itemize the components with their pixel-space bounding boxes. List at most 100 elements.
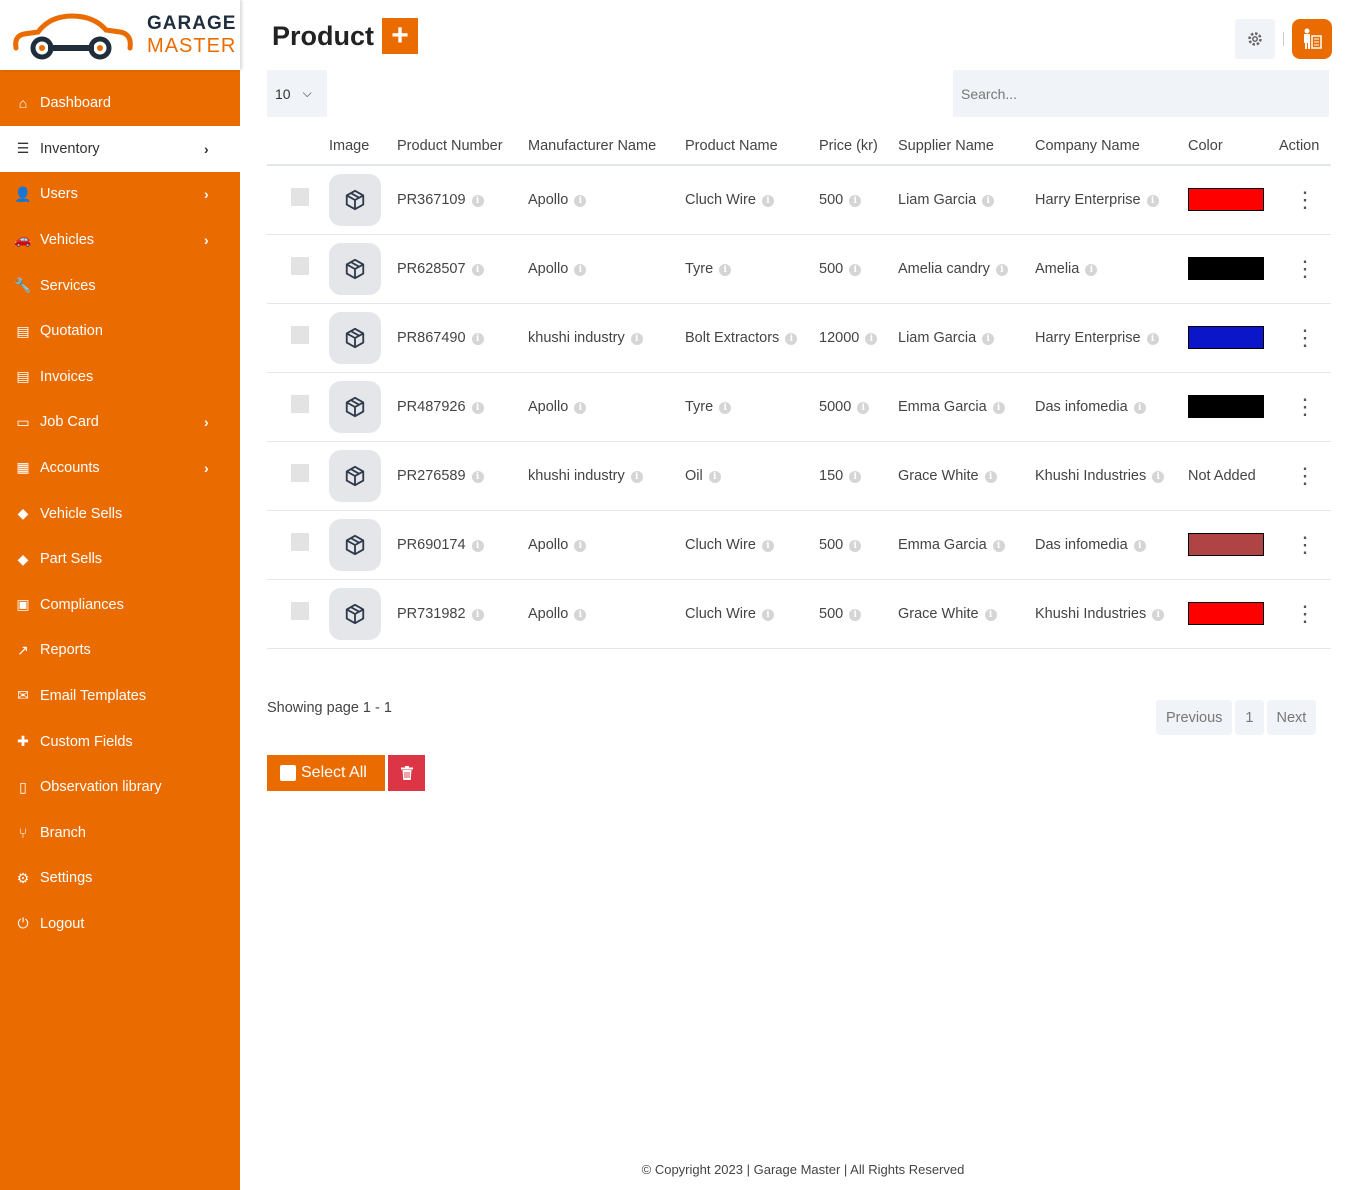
info-icon[interactable]: i: [857, 401, 870, 414]
info-icon[interactable]: i: [471, 608, 484, 621]
info-icon[interactable]: i: [1133, 539, 1146, 552]
more-vertical-icon[interactable]: ⋮: [1279, 395, 1331, 417]
col-image[interactable]: Image: [329, 128, 397, 166]
col-company[interactable]: Company Name: [1035, 128, 1188, 166]
select-all-button[interactable]: Select All: [267, 755, 385, 791]
row-checkbox[interactable]: [291, 601, 309, 620]
info-icon[interactable]: i: [630, 332, 643, 345]
profile-button[interactable]: [1292, 19, 1332, 59]
table-row[interactable]: PR867490 i khushi industry i Bolt Extractors…: [267, 303, 1331, 373]
info-icon[interactable]: i: [1146, 194, 1159, 207]
row-checkbox[interactable]: [291, 187, 309, 206]
add-product-button[interactable]: +: [382, 18, 419, 54]
more-vertical-icon[interactable]: ⋮: [1279, 257, 1331, 279]
info-icon[interactable]: i: [865, 332, 878, 345]
more-vertical-icon[interactable]: ⋮: [1279, 464, 1331, 486]
info-icon[interactable]: i: [984, 608, 997, 621]
page-length-select[interactable]: 10 ⌵: [267, 70, 327, 117]
row-checkbox[interactable]: [291, 532, 309, 551]
info-icon[interactable]: i: [761, 194, 774, 207]
info-icon[interactable]: i: [1085, 263, 1098, 276]
table-row[interactable]: PR731982 i Apollo i Cluch Wire i 500 i Grace Whi…: [267, 579, 1331, 649]
sidebar-item-vehicle-sells[interactable]: ◆ Vehicle Sells: [0, 491, 240, 537]
sidebar-item-users[interactable]: 👤 Users ›: [0, 172, 240, 218]
info-icon[interactable]: i: [849, 608, 862, 621]
info-icon[interactable]: i: [761, 608, 774, 621]
info-icon[interactable]: i: [471, 470, 484, 483]
info-icon[interactable]: i: [471, 194, 484, 207]
sidebar-item-observation-library[interactable]: ▯ Observation library: [0, 764, 240, 810]
sidebar-item-reports[interactable]: ↗ Reports: [0, 628, 240, 674]
table-row[interactable]: PR690174 i Apollo i Cluch Wire i 500 i Emma Garc…: [267, 510, 1331, 580]
sidebar-item-branch[interactable]: ⑂ Branch: [0, 810, 240, 856]
info-icon[interactable]: i: [995, 263, 1008, 276]
col-product-name[interactable]: Product Name: [685, 128, 819, 166]
info-icon[interactable]: i: [1152, 470, 1165, 483]
table-row[interactable]: PR628507 i Apollo i Tyre i 500 i Amelia candry i A…: [267, 234, 1331, 304]
info-icon[interactable]: i: [1133, 401, 1146, 414]
row-checkbox[interactable]: [291, 256, 309, 275]
info-icon[interactable]: i: [471, 539, 484, 552]
info-icon[interactable]: i: [630, 470, 643, 483]
info-icon[interactable]: i: [849, 263, 862, 276]
sidebar-item-services[interactable]: 🔧 Services: [0, 263, 240, 309]
info-icon[interactable]: i: [982, 332, 995, 345]
info-icon[interactable]: i: [719, 263, 732, 276]
info-icon[interactable]: i: [849, 194, 862, 207]
sidebar-item-logout[interactable]: ⏻ Logout: [0, 901, 240, 947]
info-icon[interactable]: i: [785, 332, 798, 345]
row-checkbox[interactable]: [291, 463, 309, 482]
search-input[interactable]: [953, 70, 1329, 117]
sidebar-item-inventory[interactable]: ☰ Inventory ›: [0, 126, 240, 172]
sidebar-item-email-templates[interactable]: ✉ Email Templates: [0, 673, 240, 719]
col-color[interactable]: Color: [1188, 128, 1279, 166]
info-icon[interactable]: i: [471, 401, 484, 414]
info-icon[interactable]: i: [992, 401, 1005, 414]
table-row[interactable]: PR276589 i khushi industry i Oil i 150 i Grace W…: [267, 441, 1331, 511]
col-supplier[interactable]: Supplier Name: [898, 128, 1035, 166]
next-button[interactable]: Next: [1266, 700, 1317, 735]
row-checkbox[interactable]: [291, 325, 309, 344]
sidebar-item-quotation[interactable]: ▤ Quotation: [0, 308, 240, 354]
info-icon[interactable]: i: [849, 539, 862, 552]
info-icon[interactable]: i: [471, 332, 484, 345]
info-icon[interactable]: i: [992, 539, 1005, 552]
sidebar-item-dashboard[interactable]: ⌂ Dashboard: [0, 80, 240, 126]
col-price[interactable]: Price (kr): [819, 128, 898, 166]
info-icon[interactable]: i: [849, 470, 862, 483]
more-vertical-icon[interactable]: ⋮: [1279, 326, 1331, 348]
col-product-number[interactable]: Product Number: [397, 128, 528, 166]
info-icon[interactable]: i: [984, 470, 997, 483]
col-manufacturer[interactable]: Manufacturer Name: [528, 128, 685, 166]
more-vertical-icon[interactable]: ⋮: [1279, 188, 1331, 210]
info-icon[interactable]: i: [982, 194, 995, 207]
sidebar-item-custom-fields[interactable]: ✚ Custom Fields: [0, 719, 240, 765]
sidebar-item-accounts[interactable]: ▦ Accounts ›: [0, 445, 240, 491]
logo[interactable]: GARAGE MASTER: [0, 0, 240, 70]
more-vertical-icon[interactable]: ⋮: [1279, 602, 1331, 624]
info-icon[interactable]: i: [719, 401, 732, 414]
sidebar-item-invoices[interactable]: ▤ Invoices: [0, 354, 240, 400]
delete-selected-button[interactable]: [388, 755, 425, 791]
info-icon[interactable]: i: [708, 470, 721, 483]
sidebar-item-job-card[interactable]: ▭ Job Card ›: [0, 400, 240, 446]
table-row[interactable]: PR367109 i Apollo i Cluch Wire i 500 i Liam Garc…: [267, 165, 1331, 235]
info-icon[interactable]: i: [761, 539, 774, 552]
table-row[interactable]: PR487926 i Apollo i Tyre i 5000 i Emma Garcia i Da…: [267, 372, 1331, 442]
info-icon[interactable]: i: [471, 263, 484, 276]
sidebar-item-settings[interactable]: ⚙ Settings: [0, 856, 240, 902]
info-icon[interactable]: i: [574, 608, 587, 621]
sidebar-item-compliances[interactable]: ▣ Compliances: [0, 582, 240, 628]
info-icon[interactable]: i: [574, 194, 587, 207]
select-all-checkbox[interactable]: [280, 765, 296, 781]
sidebar-item-vehicles[interactable]: 🚗 Vehicles ›: [0, 217, 240, 263]
page-1-button[interactable]: 1: [1235, 700, 1264, 735]
more-vertical-icon[interactable]: ⋮: [1279, 533, 1331, 555]
settings-button[interactable]: [1235, 19, 1275, 59]
info-icon[interactable]: i: [1146, 332, 1159, 345]
info-icon[interactable]: i: [574, 401, 587, 414]
info-icon[interactable]: i: [574, 263, 587, 276]
sidebar-item-part-sells[interactable]: ◆ Part Sells: [0, 536, 240, 582]
row-checkbox[interactable]: [291, 394, 309, 413]
previous-button[interactable]: Previous: [1156, 700, 1233, 735]
